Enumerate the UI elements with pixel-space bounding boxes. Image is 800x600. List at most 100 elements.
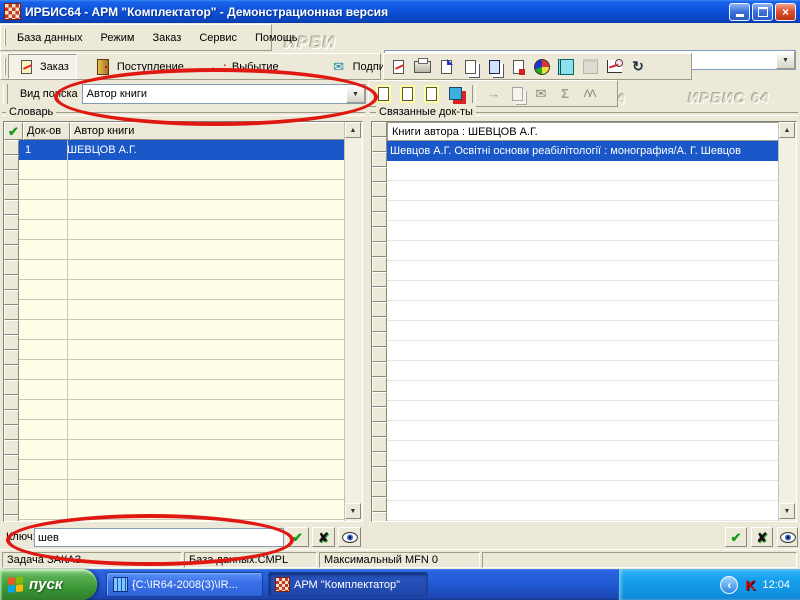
row-selector-cell[interactable] bbox=[4, 290, 19, 305]
row-selector-cell[interactable] bbox=[4, 215, 19, 230]
toolbar-grip[interactable] bbox=[4, 57, 6, 76]
row-selector-cell[interactable] bbox=[4, 425, 19, 440]
row-selector-cell[interactable] bbox=[4, 260, 19, 275]
row-selector-cell[interactable] bbox=[4, 455, 19, 470]
refresh-icon[interactable]: ↻ bbox=[628, 57, 648, 76]
taskbar-item-server[interactable]: {C:\IR64-2008(3)\IR... bbox=[106, 572, 263, 597]
row-selector-cell[interactable] bbox=[372, 392, 387, 407]
minimize-button[interactable] bbox=[729, 2, 750, 21]
row-selector-cell[interactable] bbox=[4, 155, 19, 170]
row-selector-cell[interactable] bbox=[372, 362, 387, 377]
row-selector-cell[interactable] bbox=[4, 410, 19, 425]
copy-icon[interactable] bbox=[484, 57, 504, 76]
menu-order[interactable]: Заказ bbox=[143, 29, 190, 47]
linked-docs-data-area[interactable]: Шевцов А.Г. Освітні основи реабілітологі… bbox=[387, 141, 779, 521]
row-selector-cell[interactable] bbox=[372, 347, 387, 362]
row-selector-cell[interactable] bbox=[372, 287, 387, 302]
clear-selection-button[interactable]: ✘ bbox=[751, 527, 773, 547]
edit-record-icon[interactable] bbox=[388, 57, 408, 76]
dictionary-data-area[interactable]: 1 ШЕВЦОВ А.Г. bbox=[19, 140, 345, 521]
row-selector-cell[interactable] bbox=[372, 167, 387, 182]
view-record-icon[interactable] bbox=[460, 57, 480, 76]
row-selector-cell[interactable] bbox=[372, 272, 387, 287]
chevron-down-icon[interactable]: ▼ bbox=[776, 51, 795, 69]
clear-key-button[interactable]: ✘ bbox=[312, 527, 335, 547]
row-selector-cell[interactable] bbox=[4, 515, 19, 521]
view-doc-button[interactable] bbox=[777, 527, 798, 547]
print-icon[interactable] bbox=[412, 57, 432, 76]
count-column-header[interactable]: Док-ов bbox=[23, 122, 70, 140]
hide-icons-chevron[interactable]: ‹ bbox=[720, 575, 739, 594]
menu-help[interactable]: Помощь bbox=[246, 29, 307, 47]
scroll-up-button[interactable]: ▲ bbox=[345, 122, 361, 138]
apply-key-button[interactable]: ✔ bbox=[286, 527, 309, 547]
row-selector-cell[interactable] bbox=[4, 275, 19, 290]
row-selector-cell[interactable] bbox=[372, 317, 387, 332]
taskbar-clock[interactable]: 12:04 bbox=[762, 579, 790, 591]
linked-docs-scrollbar[interactable]: ▲ ▼ bbox=[778, 122, 796, 521]
row-selector-cell[interactable] bbox=[372, 482, 387, 497]
linked-doc-selected-row[interactable]: Шевцов А.Г. Освітні основи реабілітологі… bbox=[387, 141, 779, 161]
package-icon[interactable] bbox=[580, 57, 600, 76]
row-selector-cell[interactable] bbox=[372, 332, 387, 347]
tab-arrival[interactable]: Поступление bbox=[85, 54, 192, 79]
restore-button[interactable] bbox=[752, 2, 773, 21]
row-selector-cell[interactable] bbox=[372, 242, 387, 257]
search-type-combobox[interactable]: Автор книги ▼ bbox=[81, 84, 366, 104]
sum-icon[interactable]: Σ bbox=[555, 84, 575, 103]
linked-docs-grid[interactable]: Книги автора : ШЕВЦОВ А.Г. Шевцов А.Г. О… bbox=[371, 121, 797, 522]
row-selector-cell[interactable] bbox=[372, 497, 387, 512]
row-selector-cell[interactable] bbox=[372, 452, 387, 467]
start-button[interactable]: пуск bbox=[0, 569, 97, 600]
row-selector-cell[interactable] bbox=[372, 437, 387, 452]
staff-icon[interactable]: ΛΛ bbox=[579, 84, 599, 103]
copy-move-icon[interactable] bbox=[445, 84, 465, 103]
row-selector-cell[interactable] bbox=[372, 377, 387, 392]
graph-search-icon[interactable] bbox=[604, 57, 624, 76]
row-selector-cell[interactable] bbox=[4, 185, 19, 200]
dictionary-scrollbar[interactable]: ▲ ▼ bbox=[344, 122, 362, 521]
tab-order[interactable]: Заказ bbox=[8, 54, 77, 79]
toolbar-grip[interactable] bbox=[3, 84, 8, 104]
row-selector-cell[interactable] bbox=[372, 197, 387, 212]
row-selector-cell[interactable] bbox=[4, 440, 19, 455]
row-selector-cell[interactable] bbox=[372, 227, 387, 242]
row-selector-cell[interactable] bbox=[4, 500, 19, 515]
row-selector-cell[interactable] bbox=[4, 305, 19, 320]
close-button[interactable]: × bbox=[775, 2, 796, 21]
menu-mode[interactable]: Режим bbox=[92, 29, 144, 47]
row-selector-cell[interactable] bbox=[4, 335, 19, 350]
term-column-header[interactable]: Автор книги bbox=[70, 122, 345, 140]
tab-withdrawal[interactable]: ←: Выбытие bbox=[200, 54, 287, 79]
edit-group-icon[interactable] bbox=[507, 84, 527, 103]
check-column-header[interactable]: ✔ bbox=[4, 122, 23, 140]
row-selector-cell[interactable] bbox=[372, 212, 387, 227]
new-list-icon[interactable] bbox=[397, 84, 417, 103]
transfer-icon[interactable]: ← bbox=[483, 84, 503, 103]
row-selector-cell[interactable] bbox=[372, 407, 387, 422]
save-record-icon[interactable] bbox=[436, 57, 456, 76]
scroll-down-button[interactable]: ▼ bbox=[779, 503, 795, 519]
toolbar-grip[interactable] bbox=[4, 28, 6, 47]
mail-icon[interactable]: ✉ bbox=[531, 84, 551, 103]
row-selector-cell[interactable] bbox=[4, 170, 19, 185]
row-selector-cell[interactable] bbox=[372, 257, 387, 272]
statistics-pie-icon[interactable] bbox=[532, 57, 552, 76]
row-selector-cell[interactable] bbox=[4, 380, 19, 395]
taskbar-item-komplektator[interactable]: АРМ "Комплектатор" bbox=[268, 572, 428, 597]
view-terms-button[interactable] bbox=[338, 527, 361, 547]
row-selector-cell[interactable] bbox=[4, 485, 19, 500]
export-record-icon[interactable] bbox=[508, 57, 528, 76]
row-selector-cell[interactable] bbox=[4, 245, 19, 260]
row-selector-cell[interactable] bbox=[4, 365, 19, 380]
new-document-icon[interactable] bbox=[373, 84, 393, 103]
chevron-down-icon[interactable]: ▼ bbox=[346, 85, 365, 103]
row-selector-cell[interactable] bbox=[372, 137, 387, 152]
menu-database[interactable]: База данных bbox=[8, 29, 92, 47]
row-selector-cell[interactable] bbox=[372, 182, 387, 197]
row-selector-cell[interactable] bbox=[4, 200, 19, 215]
row-selector-cell[interactable] bbox=[372, 467, 387, 482]
apply-selection-button[interactable]: ✔ bbox=[725, 527, 747, 547]
key-input[interactable] bbox=[34, 528, 284, 547]
row-selector-cell[interactable] bbox=[372, 122, 387, 137]
